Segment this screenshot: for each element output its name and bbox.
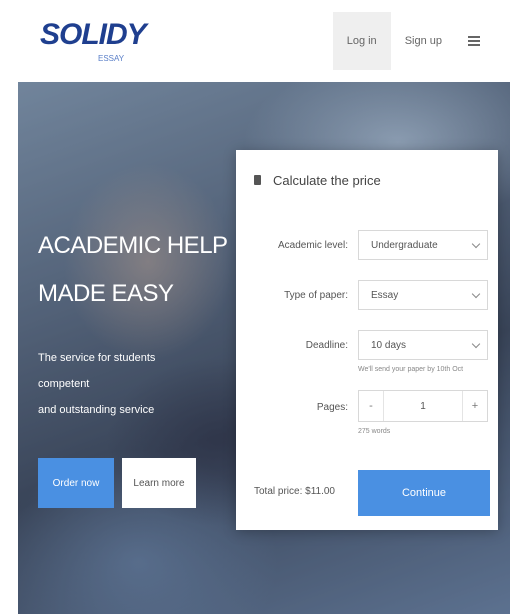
academic-level-select[interactable]: Undergraduate <box>358 230 488 260</box>
pages-stepper: - 1 + <box>358 390 488 422</box>
hero-text-line1: The service for students <box>38 352 156 364</box>
calculator-icon <box>254 175 261 185</box>
hero-text-line2: competent <box>38 378 90 390</box>
pages-increment-button[interactable]: + <box>463 391 487 421</box>
total-price: Total price: $11.00 <box>254 486 335 497</box>
academic-level-value: Undergraduate <box>371 239 438 251</box>
logo-text: SOLIDY <box>40 18 147 51</box>
pages-hint: 275 words <box>358 428 391 435</box>
pages-decrement-button[interactable]: - <box>359 391 383 421</box>
learn-more-button[interactable]: Learn more <box>122 458 196 508</box>
hamburger-menu-icon[interactable] <box>456 12 492 70</box>
type-of-paper-label: Type of paper: <box>284 290 348 301</box>
top-nav: Log in Sign up <box>332 12 492 70</box>
deadline-select[interactable]: 10 days <box>358 330 488 360</box>
continue-button[interactable]: Continue <box>358 470 490 516</box>
hero-text-line3: and outstanding service <box>38 404 155 416</box>
pages-label: Pages: <box>316 402 348 413</box>
logo-subtext: ESSAY <box>98 54 125 63</box>
hero-title-line1: ACADEMIC HELP <box>38 232 228 259</box>
deadline-hint: We'll send your paper by 10th Oct <box>358 366 464 373</box>
deadline-value: 10 days <box>371 339 407 351</box>
type-of-paper-select[interactable]: Essay <box>358 280 488 310</box>
calculator-title-text: Calculate the price <box>273 172 381 188</box>
site-header: SOLIDY ESSAY Log in Sign up <box>0 0 510 82</box>
chevron-down-icon <box>471 339 481 349</box>
chevron-down-icon <box>471 289 481 299</box>
pages-value[interactable]: 1 <box>383 391 463 421</box>
price-calculator-card: Calculate the price Academic level: Unde… <box>236 150 498 530</box>
chevron-down-icon <box>471 239 481 249</box>
hero-title-line2: MADE EASY <box>38 280 174 307</box>
order-now-button[interactable]: Order now <box>38 458 114 508</box>
academic-level-label: Academic level: <box>277 240 348 251</box>
signup-button[interactable]: Sign up <box>391 12 456 70</box>
login-button[interactable]: Log in <box>332 12 391 70</box>
logo[interactable]: SOLIDY ESSAY <box>40 14 150 66</box>
calculator-title: Calculate the price <box>254 170 381 190</box>
deadline-label: Deadline: <box>305 340 348 351</box>
type-of-paper-value: Essay <box>371 289 399 301</box>
